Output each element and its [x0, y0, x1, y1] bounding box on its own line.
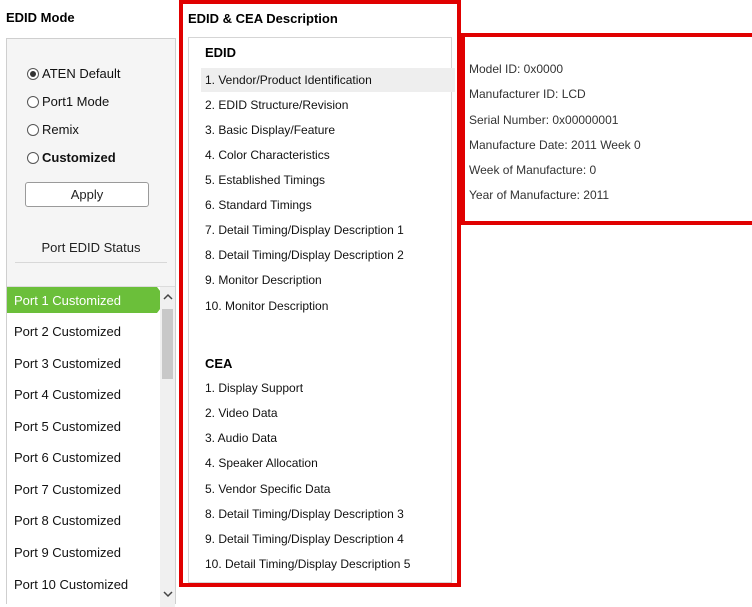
mode-option-customized[interactable]: Customized [27, 150, 116, 165]
mode-option-label: ATEN Default [42, 66, 121, 81]
chevron-down-icon[interactable] [162, 589, 173, 600]
port-item-7[interactable]: Port 7 Customized [7, 476, 157, 502]
port-item-1[interactable]: Port 1 Customized [7, 287, 167, 313]
edid-item-8[interactable]: 8. Detail Timing/Display Description 2 [201, 243, 455, 267]
edid-section-heading: EDID [205, 45, 237, 60]
port-list-scrollbar[interactable] [160, 287, 175, 607]
edid-item-6[interactable]: 6. Standard Timings [201, 193, 455, 217]
cea-item-5[interactable]: 5. Vendor Specific Data [201, 477, 455, 501]
cea-item-10[interactable]: 10. Detail Timing/Display Description 5 [201, 552, 455, 576]
cea-item-8[interactable]: 8. Detail Timing/Display Description 3 [201, 502, 455, 526]
radio-checked-icon[interactable] [27, 67, 39, 80]
mode-option-label: Customized [42, 150, 116, 165]
cea-item-4[interactable]: 4. Speaker Allocation [201, 451, 455, 475]
port-item-2[interactable]: Port 2 Customized [7, 318, 157, 344]
port-item-3[interactable]: Port 3 Customized [7, 350, 157, 376]
cea-item-9[interactable]: 9. Detail Timing/Display Description 4 [201, 527, 455, 551]
serial-number-text: Serial Number: 0x00000001 [469, 113, 619, 127]
port-item-6[interactable]: Port 6 Customized [7, 444, 157, 470]
edid-cea-description-box: EDID & CEA Description EDID 1. Vendor/Pr… [179, 0, 461, 587]
description-list-panel: EDID 1. Vendor/Product Identification 2.… [188, 37, 455, 583]
edid-item-5[interactable]: 5. Established Timings [201, 168, 455, 192]
week-of-manufacture-text: Week of Manufacture: 0 [469, 163, 597, 177]
chevron-up-icon[interactable] [162, 291, 173, 302]
edid-mode-title: EDID Mode [6, 10, 75, 25]
radio-unchecked-icon[interactable] [27, 151, 39, 164]
port-item-8[interactable]: Port 8 Customized [7, 507, 157, 533]
mode-option-label: Port1 Mode [42, 94, 110, 109]
radio-unchecked-icon[interactable] [27, 123, 39, 136]
port-edid-status-title: Port EDID Status [41, 240, 141, 255]
edid-item-4[interactable]: 4. Color Characteristics [201, 143, 455, 167]
cea-item-1[interactable]: 1. Display Support [201, 376, 455, 400]
edid-item-9[interactable]: 9. Monitor Description [201, 268, 455, 292]
port-item-9[interactable]: Port 9 Customized [7, 539, 157, 565]
manufacture-date-text: Manufacture Date: 2011 Week 0 [469, 138, 641, 152]
edid-cea-title: EDID & CEA Description [188, 11, 338, 26]
apply-button[interactable]: Apply [25, 182, 149, 207]
edid-item-10[interactable]: 10. Monitor Description [201, 294, 455, 318]
edid-item-3[interactable]: 3. Basic Display/Feature [201, 118, 455, 142]
mode-option-aten-default[interactable]: ATEN Default [27, 66, 121, 81]
edid-item-1[interactable]: 1. Vendor/Product Identification [201, 68, 455, 92]
edid-item-7[interactable]: 7. Detail Timing/Display Description 1 [201, 218, 455, 242]
model-id-text: Model ID: 0x0000 [469, 62, 564, 76]
edid-item-2[interactable]: 2. EDID Structure/Revision [201, 93, 455, 117]
port-item-4[interactable]: Port 4 Customized [7, 381, 157, 407]
scrollbar-thumb[interactable] [162, 309, 173, 379]
port-item-10[interactable]: Port 10 Customized [7, 571, 157, 597]
cea-item-3[interactable]: 3. Audio Data [201, 426, 455, 450]
cea-item-2[interactable]: 2. Video Data [201, 401, 455, 425]
port-list: Port 1 Customized Port 2 Customized Port… [7, 286, 175, 607]
mode-option-remix[interactable]: Remix [27, 122, 79, 137]
edid-mode-panel: ATEN Default Port1 Mode Remix Customized… [6, 38, 176, 607]
mode-option-port1[interactable]: Port1 Mode [27, 94, 109, 109]
manufacturer-id-text: Manufacturer ID: LCD [469, 87, 586, 101]
year-of-manufacture-text: Year of Manufacture: 2011 [469, 188, 610, 202]
mode-option-label: Remix [42, 122, 79, 137]
divider [15, 262, 167, 263]
radio-unchecked-icon[interactable] [27, 95, 39, 108]
cea-section-heading: CEA [205, 356, 233, 371]
port-item-5[interactable]: Port 5 Customized [7, 413, 157, 439]
edid-detail-info-box: Model ID: 0x0000 Manufacturer ID: LCD Se… [461, 33, 752, 225]
